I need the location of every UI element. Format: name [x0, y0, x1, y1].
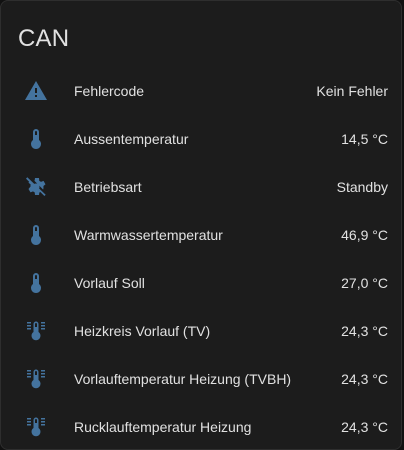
- entity-value: Standby: [336, 179, 388, 195]
- entity-value: Kein Fehler: [316, 83, 388, 99]
- entity-row-betriebsart[interactable]: Betriebsart Standby: [1, 163, 401, 211]
- thermometer-lines-icon: [24, 319, 48, 343]
- entity-label: Heizkreis Vorlauf (TV): [74, 323, 211, 339]
- entity-row-fehlercode[interactable]: Fehlercode Kein Fehler: [1, 67, 401, 115]
- thermometer-lines-icon: [24, 415, 48, 439]
- alert-icon: [24, 79, 48, 103]
- entity-value: 27,0 °C: [341, 275, 388, 291]
- entity-row-vorlauf-soll[interactable]: Vorlauf Soll 27,0 °C: [1, 259, 401, 307]
- entity-value: 46,9 °C: [341, 227, 388, 243]
- entity-label: Fehlercode: [74, 83, 145, 99]
- entity-list: Fehlercode Kein Fehler Aussentemperatur …: [1, 67, 401, 449]
- entity-label: Betriebsart: [74, 179, 142, 195]
- card-title: CAN: [18, 25, 70, 52]
- entity-label: Aussentemperatur: [74, 131, 189, 147]
- thermometer-lines-icon: [24, 367, 48, 391]
- entities-card: CAN Fehlercode Kein Fehler Aussentempera…: [0, 0, 402, 450]
- entity-value: 24,3 °C: [341, 323, 388, 339]
- entity-label: Vorlauftemperatur Heizung (TVBH): [74, 371, 292, 387]
- entity-value: 24,3 °C: [341, 371, 388, 387]
- entity-label: Warmwassertemperatur: [74, 227, 223, 243]
- entity-row-heizkreis-vorlauf[interactable]: Heizkreis Vorlauf (TV) 24,3 °C: [1, 307, 401, 355]
- entity-row-aussentemperatur[interactable]: Aussentemperatur 14,5 °C: [1, 115, 401, 163]
- cog-off-icon: [24, 175, 48, 199]
- entity-label: Vorlauf Soll: [74, 275, 145, 291]
- thermometer-icon: [24, 223, 48, 247]
- entity-row-vorlauftemperatur-heizung[interactable]: Vorlauftemperatur Heizung (TVBH) 24,3 °C: [1, 355, 401, 403]
- entity-value: 24,3 °C: [341, 419, 388, 435]
- entity-label: Rucklauftemperatur Heizung: [74, 419, 252, 435]
- entity-value: 14,5 °C: [341, 131, 388, 147]
- thermometer-icon: [24, 271, 48, 295]
- thermometer-icon: [24, 127, 48, 151]
- entity-row-ruecklauftemperatur-heizung[interactable]: Rucklauftemperatur Heizung 24,3 °C: [1, 403, 401, 449]
- entity-row-warmwassertemperatur[interactable]: Warmwassertemperatur 46,9 °C: [1, 211, 401, 259]
